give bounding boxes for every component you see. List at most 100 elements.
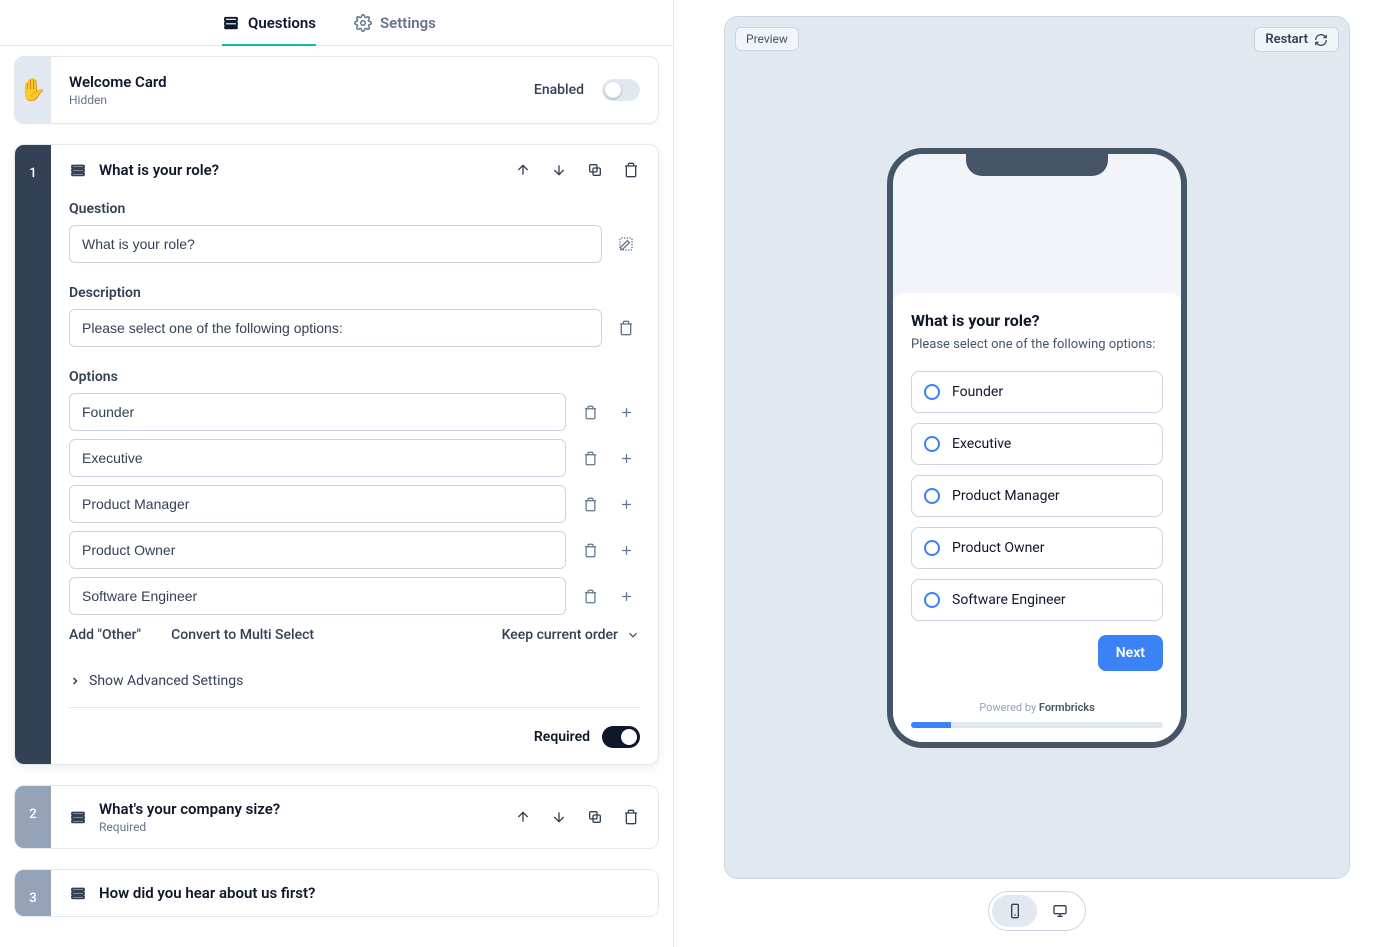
powered-prefix: Powered by [979,701,1039,714]
survey-option-label: Product Manager [952,488,1060,504]
rows-icon [69,884,87,902]
delete-option-button[interactable] [576,589,604,604]
rows-icon [69,808,87,826]
delete-description-button[interactable] [612,320,640,336]
description-label: Description [69,285,640,301]
question-index-3: 3 [15,870,51,916]
add-option-button[interactable] [612,405,640,420]
edit-icon[interactable] [612,236,640,252]
progress-bar [911,722,1163,728]
survey-option[interactable]: Product Manager [911,475,1163,517]
delete-button[interactable] [622,808,640,826]
phone-notch [966,154,1108,176]
question-index-1: 1 [15,145,51,764]
order-dropdown[interactable]: Keep current order [502,627,640,643]
question-index-2: 2 [15,786,51,848]
delete-option-button[interactable] [576,543,604,558]
q1-title: What is your role? [99,161,219,179]
option-input[interactable] [69,439,566,477]
move-down-button[interactable] [550,808,568,826]
radio-icon [924,436,940,452]
advanced-settings-label: Show Advanced Settings [89,673,243,689]
add-other-button[interactable]: Add "Other" [69,627,141,643]
delete-option-button[interactable] [576,451,604,466]
advanced-settings-toggle[interactable]: Show Advanced Settings [69,673,640,689]
welcome-card-icon-zone: ✋ [15,57,51,123]
welcome-card-subtitle: Hidden [69,93,167,107]
device-toggle [988,891,1086,931]
survey-option-label: Product Owner [952,540,1044,556]
required-label: Required [534,729,590,745]
restart-button[interactable]: Restart [1254,27,1339,52]
chevron-right-icon [69,675,81,687]
question-card-1: 1 What is your role? Question [14,144,659,765]
smartphone-icon [1007,903,1023,919]
survey-option-label: Executive [952,436,1011,452]
option-input[interactable] [69,485,566,523]
chevron-down-icon [626,628,640,642]
move-up-button[interactable] [514,808,532,826]
delete-button[interactable] [622,161,640,179]
option-input[interactable] [69,577,566,615]
welcome-card-title: Welcome Card [69,73,167,91]
restart-label: Restart [1265,32,1308,47]
powered-brand: Formbricks [1039,701,1095,714]
powered-by: Powered by Formbricks [911,671,1163,714]
question-card-2[interactable]: 2 What's your company size? Required [14,785,659,849]
q2-title: What's your company size? [99,800,280,818]
option-input[interactable] [69,531,566,569]
radio-icon [924,488,940,504]
tab-settings-label: Settings [380,14,436,32]
duplicate-button[interactable] [586,161,604,179]
survey-option-label: Founder [952,384,1003,400]
question-input[interactable] [69,225,602,263]
option-input[interactable] [69,393,566,431]
survey-option[interactable]: Executive [911,423,1163,465]
move-down-button[interactable] [550,161,568,179]
survey-option[interactable]: Software Engineer [911,579,1163,621]
rows-icon [69,161,87,179]
gear-icon [354,14,372,32]
q3-title: How did you hear about us first? [99,884,315,902]
welcome-enabled-label: Enabled [534,82,584,98]
wave-icon: ✋ [19,78,46,123]
survey-option[interactable]: Founder [911,371,1163,413]
desktop-view-button[interactable] [1037,895,1082,927]
welcome-enabled-toggle[interactable] [602,79,640,101]
delete-option-button[interactable] [576,405,604,420]
radio-icon [924,540,940,556]
add-option-button[interactable] [612,451,640,466]
options-label: Options [69,369,640,385]
delete-option-button[interactable] [576,497,604,512]
refresh-icon [1314,33,1328,47]
order-dropdown-label: Keep current order [502,627,618,643]
tab-settings[interactable]: Settings [354,0,436,45]
monitor-icon [1052,903,1068,919]
radio-icon [924,384,940,400]
survey-title: What is your role? [911,311,1163,330]
phone-mockup: What is your role? Please select one of … [887,148,1187,748]
mobile-view-button[interactable] [992,895,1037,927]
preview-badge: Preview [735,27,799,51]
duplicate-button[interactable] [586,808,604,826]
question-label: Question [69,201,640,217]
rows-icon [222,14,240,32]
add-option-button[interactable] [612,589,640,604]
radio-icon [924,592,940,608]
next-button[interactable]: Next [1098,635,1163,671]
move-up-button[interactable] [514,161,532,179]
survey-option[interactable]: Product Owner [911,527,1163,569]
tab-questions-label: Questions [248,14,316,32]
description-input[interactable] [69,309,602,347]
add-option-button[interactable] [612,543,640,558]
add-option-button[interactable] [612,497,640,512]
tab-questions[interactable]: Questions [222,0,316,45]
editor-tabs: Questions Settings [0,0,673,46]
convert-multiselect-button[interactable]: Convert to Multi Select [171,627,314,643]
survey-option-label: Software Engineer [952,592,1066,608]
survey-description: Please select one of the following optio… [911,336,1163,354]
question-card-3[interactable]: 3 How did you hear about us first? [14,869,659,917]
required-toggle[interactable] [602,726,640,748]
welcome-card[interactable]: ✋ Welcome Card Hidden Enabled [14,56,659,124]
q2-subtitle: Required [99,820,280,834]
